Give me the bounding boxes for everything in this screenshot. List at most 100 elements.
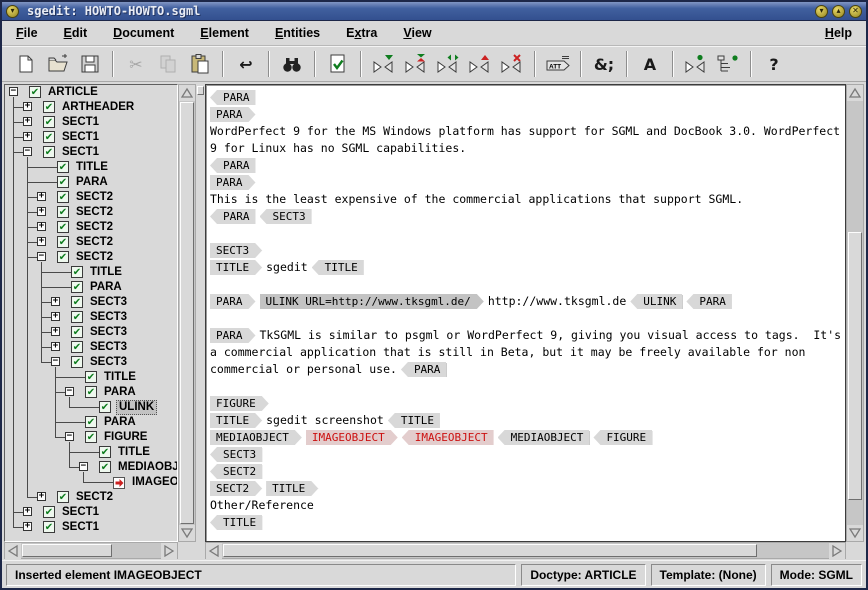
paste-button[interactable] [185, 50, 215, 78]
character-format-button[interactable]: A [635, 50, 665, 78]
tree-node-title[interactable]: ✔TITLE [5, 445, 177, 460]
sgml-open-tag-para[interactable]: PARA [210, 294, 256, 309]
sgml-close-tag-mediaobject[interactable]: MEDIAOBJECT [498, 430, 590, 445]
tree-node-sect2[interactable]: +✔SECT2 [5, 190, 177, 205]
expand-icon[interactable]: + [23, 507, 32, 516]
expand-icon[interactable]: + [23, 522, 32, 531]
find-button[interactable] [277, 50, 307, 78]
sgml-open-tag-ulink[interactable]: ULINK URL=http://www.tksgml.de/ [260, 294, 484, 309]
tree-node-sect2[interactable]: +✔SECT2 [5, 205, 177, 220]
expand-icon[interactable]: + [23, 102, 32, 111]
insert-element-around-button[interactable] [401, 50, 431, 78]
tree-hscroll-thumb[interactable] [22, 544, 112, 557]
tree-node-mediaobject[interactable]: −✔MEDIAOBJECT [5, 460, 177, 475]
scroll-left-icon[interactable] [206, 543, 222, 559]
collapse-icon[interactable]: − [51, 357, 60, 366]
expand-icon[interactable]: + [37, 207, 46, 216]
remove-tag-button[interactable] [465, 50, 495, 78]
pane-sash-handle[interactable] [197, 86, 204, 95]
collapse-icon[interactable]: − [9, 87, 18, 96]
sgml-open-tag-title[interactable]: TITLE [210, 413, 262, 428]
sgml-close-tag-para[interactable]: PARA [401, 362, 447, 377]
collapse-icon[interactable]: − [23, 147, 32, 156]
tree-node-para[interactable]: ✔PARA [5, 415, 177, 430]
tree-node-sect3[interactable]: +✔SECT3 [5, 325, 177, 340]
collapse-icon[interactable]: − [37, 252, 46, 261]
tree-node-artheader[interactable]: +✔ARTHEADER [5, 100, 177, 115]
tree-node-para[interactable]: −✔PARA [5, 385, 177, 400]
editor-hscroll-thumb[interactable] [223, 544, 757, 557]
tree-node-sect3[interactable]: −✔SECT3 [5, 355, 177, 370]
tree-node-sect1[interactable]: +✔SECT1 [5, 130, 177, 145]
menu-item-file[interactable]: File [14, 24, 40, 42]
editor-horizontal-scrollbar[interactable] [205, 542, 846, 559]
document-tree[interactable]: −✔ARTICLE+✔ARTHEADER+✔SECT1+✔SECT1−✔SECT… [4, 84, 178, 542]
editor-hscroll-trough[interactable] [222, 543, 829, 558]
tree-node-sect3[interactable]: +✔SECT3 [5, 295, 177, 310]
scroll-right-icon[interactable] [161, 543, 177, 559]
sgml-open-tag-imageobject[interactable]: IMAGEOBJECT [306, 430, 398, 445]
insert-element-below-button[interactable] [369, 50, 399, 78]
editor-vscroll-thumb[interactable] [848, 232, 862, 499]
tree-node-title[interactable]: ✔TITLE [5, 370, 177, 385]
tree-node-title[interactable]: ✔TITLE [5, 265, 177, 280]
sgml-open-tag-title[interactable]: TITLE [210, 260, 262, 275]
tree-node-sect2[interactable]: +✔SECT2 [5, 235, 177, 250]
sgml-open-tag-para[interactable]: PARA [210, 175, 256, 190]
element-tree-button[interactable] [713, 50, 743, 78]
sgml-close-tag-para[interactable]: PARA [210, 158, 256, 173]
tree-vscroll-thumb[interactable] [180, 102, 194, 524]
cut-button[interactable]: ✂ [121, 50, 151, 78]
new-file-button[interactable] [11, 50, 41, 78]
tree-node-sect1[interactable]: −✔SECT1 [5, 145, 177, 160]
scroll-down-icon[interactable] [847, 525, 863, 541]
expand-icon[interactable]: + [51, 342, 60, 351]
collapse-icon[interactable]: − [79, 462, 88, 471]
menu-item-extra[interactable]: Extra [344, 24, 379, 42]
tree-node-sect2[interactable]: +✔SECT2 [5, 490, 177, 505]
tree-node-title[interactable]: ✔TITLE [5, 160, 177, 175]
tree-horizontal-scrollbar[interactable] [4, 542, 178, 559]
undo-button[interactable]: ↩ [231, 50, 261, 78]
sgml-open-tag-sect2[interactable]: SECT2 [210, 481, 262, 496]
titlebar[interactable]: ▾ sgedit: HOWTO-HOWTO.sgml ▾ ▴ ✕ [2, 2, 866, 21]
sgml-close-tag-sect3[interactable]: SECT3 [260, 209, 312, 224]
tree-hscroll-trough[interactable] [21, 543, 161, 558]
expand-icon[interactable]: + [51, 327, 60, 336]
expand-icon[interactable]: + [51, 297, 60, 306]
scroll-right-icon[interactable] [829, 543, 845, 559]
menu-item-element[interactable]: Element [198, 24, 251, 42]
maximize-icon[interactable]: ▴ [832, 5, 845, 18]
tree-node-sect2[interactable]: −✔SECT2 [5, 250, 177, 265]
editor-vertical-scrollbar[interactable] [846, 84, 864, 542]
sgml-open-tag-mediaobject[interactable]: MEDIAOBJECT [210, 430, 302, 445]
tree-node-imageobject[interactable]: IMAGEOBJECT [5, 475, 177, 490]
menu-item-document[interactable]: Document [111, 24, 176, 42]
save-file-button[interactable] [75, 50, 105, 78]
sgml-close-tag-para[interactable]: PARA [210, 90, 256, 105]
menu-item-view[interactable]: View [401, 24, 433, 42]
tree-node-sect1[interactable]: +✔SECT1 [5, 505, 177, 520]
expand-icon[interactable]: + [51, 312, 60, 321]
scroll-left-icon[interactable] [5, 543, 21, 559]
attributes-button[interactable]: ATT [543, 50, 573, 78]
sgml-open-tag-title[interactable]: TITLE [266, 481, 318, 496]
editor-vscroll-trough[interactable] [847, 101, 863, 525]
expand-icon[interactable]: + [37, 492, 46, 501]
tree-node-sect3[interactable]: +✔SECT3 [5, 310, 177, 325]
scroll-up-icon[interactable] [847, 85, 863, 101]
sgml-close-tag-figure[interactable]: FIGURE [593, 430, 652, 445]
tree-node-article[interactable]: −✔ARTICLE [5, 85, 177, 100]
help-button[interactable]: ? [759, 50, 789, 78]
sgml-close-tag-sect3[interactable]: SECT3 [210, 447, 262, 462]
expand-icon[interactable]: + [37, 222, 46, 231]
tree-node-sect1[interactable]: +✔SECT1 [5, 520, 177, 535]
copy-button[interactable] [153, 50, 183, 78]
collapse-icon[interactable]: − [65, 387, 74, 396]
sgml-open-tag-sect3[interactable]: SECT3 [210, 243, 262, 258]
menu-item-help[interactable]: Help [823, 24, 854, 42]
sgml-open-tag-figure[interactable]: FIGURE [210, 396, 269, 411]
sgml-close-tag-title[interactable]: TITLE [388, 413, 440, 428]
expand-icon[interactable]: + [23, 117, 32, 126]
expand-icon[interactable]: + [37, 237, 46, 246]
